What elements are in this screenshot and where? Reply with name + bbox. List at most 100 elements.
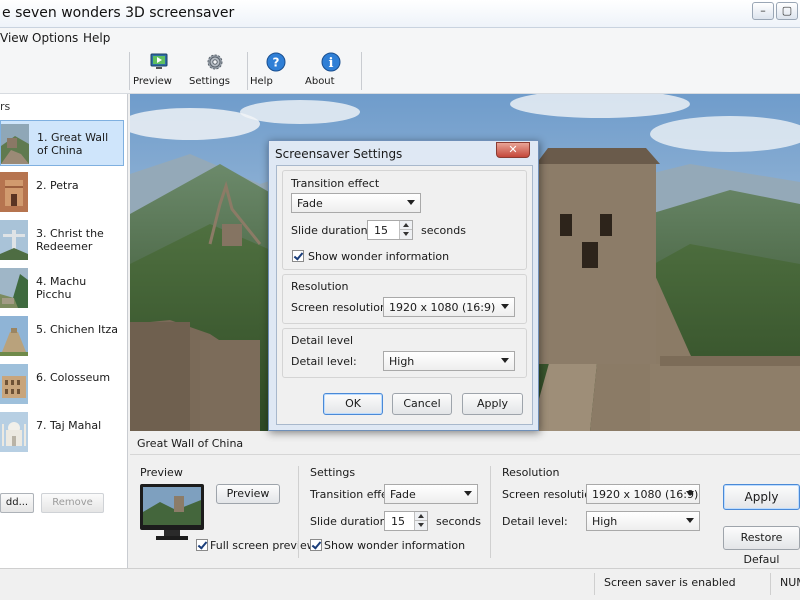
dialog-detail-label: Detail level: [291,355,357,368]
status-bar: Screen saver is enabled NUM [0,568,800,600]
toolbar-settings-label: Settings [189,76,231,87]
list-item-chichen-itza[interactable]: 5. Chichen Itza [0,313,124,359]
preview-section-title: Preview [140,466,183,479]
toolbar-help-button[interactable]: ? Help [250,52,302,92]
dialog-screen-res-value: 1920 x 1080 (16:9) [389,301,496,314]
toolbar-separator [361,52,362,90]
taj-mahal-thumbnail [0,412,28,452]
spin-down-icon[interactable] [414,521,427,530]
status-separator [770,573,771,595]
dialog-duration-label: Slide duration [291,224,368,237]
detail-level-label: Detail level: [502,515,568,528]
settings-section-title: Settings [310,466,356,479]
list-item-label: 2. Petra [36,179,79,192]
maximize-button[interactable]: ▢ [776,2,798,20]
num-lock-indicator: NUM [780,576,800,589]
list-item-colosseum[interactable]: 6. Colosseum [0,361,124,407]
list-item-label: 5. Chichen Itza [36,323,119,336]
list-item-petra[interactable]: 2. Petra [0,169,124,215]
menu-help[interactable]: Help [83,31,110,45]
list-item-label: 6. Colosseum [36,371,111,384]
bottom-preview-button[interactable]: Preview [216,484,280,504]
chevron-down-icon [407,200,415,205]
screen-resolution-select[interactable]: 1920 x 1080 (16:9) [586,484,700,504]
toolbar-settings-button[interactable]: Settings [189,52,241,92]
svg-text:i: i [329,56,334,71]
toolbar-about-button[interactable]: i About [305,52,357,92]
toolbar-separator [247,52,248,90]
help-icon: ? [266,52,286,72]
great-wall-thumbnail [1,124,29,164]
section-divider [490,466,491,558]
dialog-apply-button[interactable]: Apply [462,393,523,415]
screensaver-settings-dialog: Screensaver Settings ✕ Transition effect… [268,140,539,431]
spin-up-icon[interactable] [399,221,412,230]
restore-defaults-button[interactable]: Restore Defaul [723,526,800,566]
list-item-great-wall[interactable]: 1. Great Wall of China [0,120,124,166]
resolution-group: Resolution Screen resolution: 1920 x 108… [282,274,527,324]
transition-group: Transition effect Fade Slide duration 15… [282,170,527,270]
gear-icon [207,54,223,70]
list-item-label: 3. Christ the Redeemer [36,227,104,253]
bottom-settings-panel: Preview Preview Full screen preview Sett… [130,456,800,568]
list-item-machu-picchu[interactable]: 4. Machu Picchu [0,265,124,311]
resolution-group-title: Resolution [291,280,349,293]
slide-duration-stepper[interactable]: 15 [384,511,428,531]
dialog-detail-value: High [389,355,415,368]
chichen-itza-thumbnail [0,316,28,356]
transition-effect-value: Fade [390,488,416,501]
dialog-title: Screensaver Settings [275,147,403,161]
dialog-duration-value: 15 [374,224,388,237]
menu-view[interactable]: View [0,31,28,45]
menu-options[interactable]: Options [32,31,78,45]
dialog-screen-res-select[interactable]: 1920 x 1080 (16:9) [383,297,515,317]
list-item-christ-the-redeemer[interactable]: 3. Christ the Redeemer [0,217,124,263]
dialog-close-button[interactable]: ✕ [496,142,530,158]
transition-group-title: Transition effect [291,177,380,190]
wonders-sidebar: rs 1. Great Wall of China 2. Petra 3. Ch… [0,94,128,568]
transition-effect-select[interactable]: Fade [384,484,478,504]
list-item-taj-mahal[interactable]: 7. Taj Mahal [0,409,124,455]
detail-group-title: Detail level [291,334,354,347]
sidebar-title: rs [0,100,11,113]
dialog-transition-select[interactable]: Fade [291,193,421,213]
detail-level-select[interactable]: High [586,511,700,531]
dialog-show-info-label: Show wonder information [308,250,450,263]
toolbar-preview-button[interactable]: Preview [133,52,185,92]
toolbar-preview-label: Preview [133,76,172,87]
spin-up-icon[interactable] [414,512,427,521]
full-screen-preview-checkbox[interactable] [196,539,208,551]
slide-duration-unit: seconds [436,515,481,528]
chevron-down-icon [464,491,472,496]
chevron-down-icon [686,491,694,496]
list-item-label: 7. Taj Mahal [36,419,102,432]
toolbar-about-label: About [305,76,335,87]
add-wonder-button[interactable]: dd... [0,493,34,513]
dialog-screen-res-label: Screen resolution: [291,301,391,314]
resolution-section-title: Resolution [502,466,560,479]
dialog-ok-button[interactable]: OK [323,393,383,415]
dialog-cancel-button[interactable]: Cancel [392,393,452,415]
chevron-down-icon [686,518,694,523]
detail-level-group: Detail level Detail level: High [282,328,527,378]
info-icon: i [321,52,341,72]
monitor-preview-thumbnail [140,484,204,540]
dialog-duration-stepper[interactable]: 15 [367,220,413,240]
monitor-preview-icon [150,53,168,69]
spin-down-icon[interactable] [399,230,412,239]
dialog-transition-value: Fade [297,197,323,210]
slide-duration-value: 15 [391,515,405,528]
chevron-down-icon [501,304,509,309]
list-item-label: 4. Machu Picchu [36,275,87,301]
svg-text:?: ? [273,56,280,70]
section-divider [298,466,299,558]
dialog-show-info-checkbox[interactable] [292,250,304,262]
christ-the-redeemer-thumbnail [0,220,28,260]
dialog-detail-select[interactable]: High [383,351,515,371]
remove-wonder-button[interactable]: Remove [41,493,104,513]
apply-button[interactable]: Apply [723,484,800,510]
show-wonder-info-checkbox[interactable] [310,539,322,551]
full-screen-preview-label: Full screen preview [210,539,316,552]
status-separator [594,573,595,595]
minimize-button[interactable]: – [752,2,774,20]
